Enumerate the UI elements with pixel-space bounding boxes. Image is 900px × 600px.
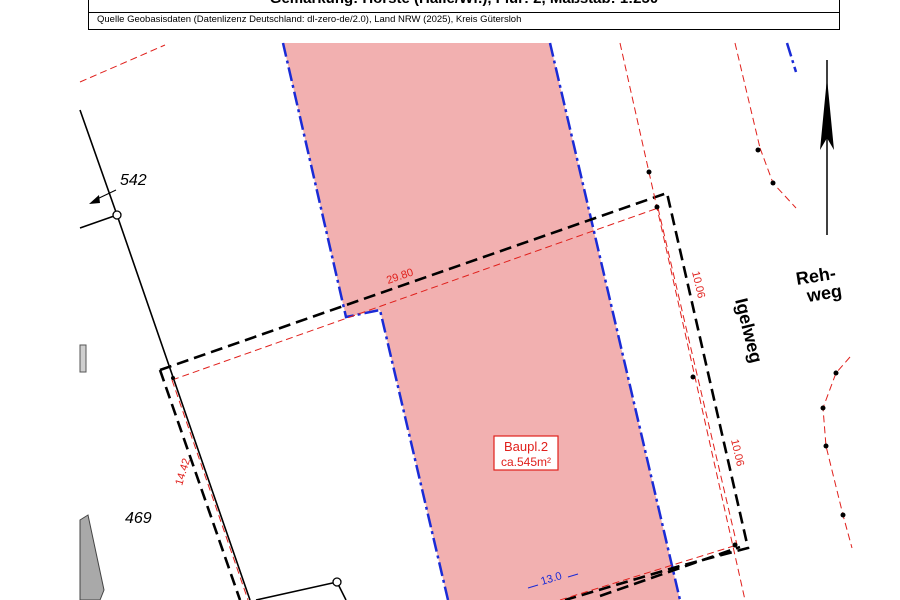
survey-point [171, 376, 175, 380]
building-plot-area [283, 43, 680, 600]
plot-outline-corner [785, 42, 798, 73]
boundary-point-bottom [332, 577, 342, 587]
red-line-street-3 [822, 356, 853, 549]
street-label-igelweg: Igelweg [731, 296, 766, 365]
survey-point [690, 374, 696, 380]
dimension-left: 14.42 [173, 457, 193, 487]
survey-point [820, 405, 826, 411]
survey-point [654, 204, 660, 210]
plot-label-line2: ca.545m² [501, 455, 551, 469]
survey-point [755, 147, 761, 153]
survey-point [646, 169, 652, 175]
new-lot-boundary-left [158, 369, 242, 600]
survey-point [833, 370, 839, 376]
survey-point [840, 512, 846, 518]
parcel-boundary-bottom [255, 581, 347, 600]
building-left-top [79, 344, 87, 373]
plot-label-line1: Baupl.2 [504, 439, 548, 454]
street-label-rehweg-line2: weg [805, 281, 844, 306]
survey-point [770, 180, 776, 186]
cadastral-map: 542 469 Igelweg Reh- weg 29.80 10.06 10.… [79, 42, 853, 600]
boundary-point [112, 210, 122, 220]
red-dimension-right [657, 207, 738, 546]
survey-point [732, 542, 738, 548]
parcel-number-469: 469 [125, 510, 152, 527]
parcel-boundary-line [79, 109, 251, 600]
dimension-right-upper: 10.06 [689, 270, 707, 300]
red-line-street-curve [759, 147, 797, 209]
red-line-street-2 [734, 42, 761, 149]
north-arrow-icon [820, 60, 834, 235]
parcel-number-542: 542 [120, 172, 147, 189]
parcel-boundary-branch [79, 214, 118, 229]
dimension-right-lower: 10.06 [728, 438, 746, 468]
plot-label-box: Baupl.2 ca.545m² [493, 435, 559, 471]
red-dimension-left [171, 379, 249, 600]
building-left-bottom [79, 514, 105, 600]
survey-point [823, 443, 829, 449]
red-line-topleft [79, 44, 166, 83]
